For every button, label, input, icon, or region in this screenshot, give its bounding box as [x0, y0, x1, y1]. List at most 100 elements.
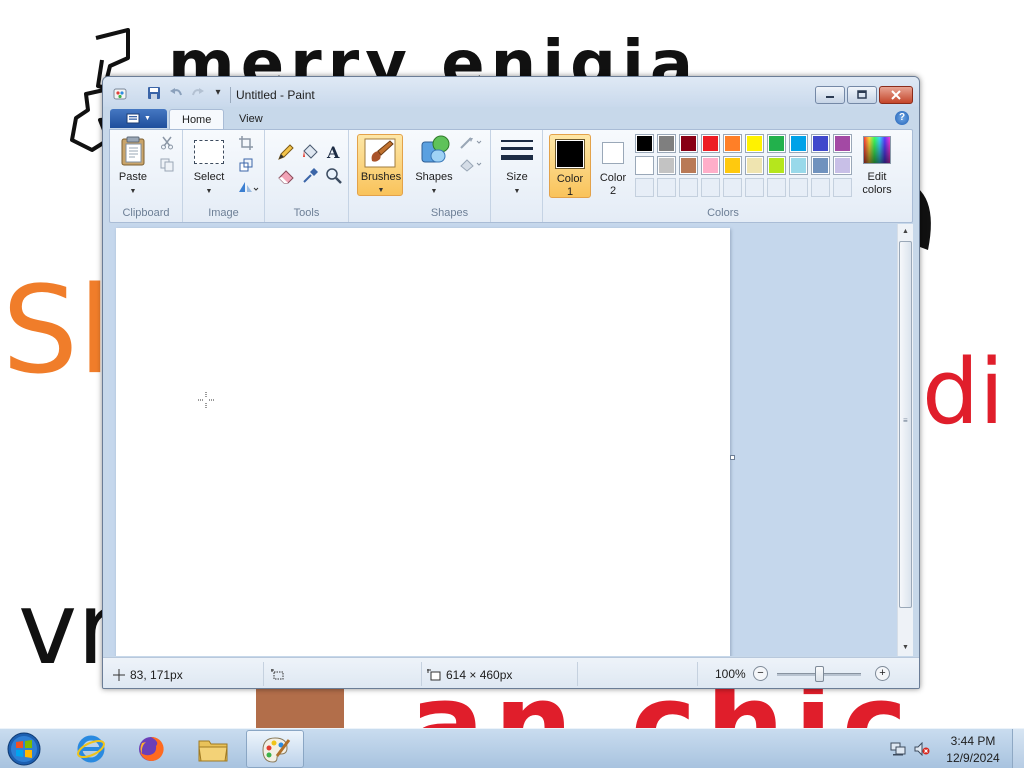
- eraser-tool[interactable]: [275, 166, 297, 186]
- outline-icon[interactable]: [459, 136, 483, 150]
- status-divider: [577, 662, 578, 686]
- color-palette: [635, 134, 857, 200]
- custom-color-slot[interactable]: [635, 178, 654, 197]
- palette-swatch[interactable]: [701, 134, 720, 153]
- custom-color-slot[interactable]: [723, 178, 742, 197]
- undo-icon[interactable]: [169, 86, 183, 100]
- drawing-canvas[interactable]: [116, 228, 730, 656]
- crop-icon[interactable]: [239, 136, 253, 150]
- color-picker-tool[interactable]: [299, 166, 321, 186]
- brushes-button[interactable]: Brushes ▼: [357, 134, 403, 196]
- scroll-up-arrow-icon[interactable]: ▲: [898, 224, 913, 240]
- taskbar-firefox[interactable]: [124, 730, 178, 768]
- scrollbar-thumb[interactable]: ≡: [899, 241, 912, 608]
- clock-date[interactable]: 12/9/2024: [940, 751, 1006, 765]
- paint-menu-button[interactable]: ▼: [110, 109, 167, 128]
- customize-quick-access-button[interactable]: ▾: [211, 87, 225, 101]
- scrollbar-grip: ≡: [903, 416, 908, 425]
- palette-swatch[interactable]: [635, 134, 654, 153]
- custom-color-slot[interactable]: [657, 178, 676, 197]
- canvas-workspace: [109, 224, 897, 656]
- palette-swatch[interactable]: [745, 134, 764, 153]
- size-group: Size ▼: [491, 130, 543, 222]
- paint-app-icon[interactable]: [113, 87, 127, 101]
- palette-swatch[interactable]: [745, 156, 764, 175]
- title-bar[interactable]: ▾ Untitled - Paint: [103, 77, 919, 107]
- pencil-tool[interactable]: [275, 142, 297, 162]
- palette-swatch[interactable]: [789, 156, 808, 175]
- palette-swatch-fill: [637, 158, 652, 173]
- shapes-button[interactable]: Shapes ▼: [413, 134, 455, 200]
- taskbar: 3:44 PM 12/9/2024: [0, 728, 1024, 768]
- palette-swatch[interactable]: [657, 156, 676, 175]
- custom-color-slot[interactable]: [789, 178, 808, 197]
- help-icon[interactable]: ?: [895, 111, 909, 125]
- zoom-in-button[interactable]: +: [875, 666, 890, 681]
- palette-swatch[interactable]: [811, 134, 830, 153]
- vertical-scrollbar[interactable]: ▲ ≡ ▼: [897, 224, 913, 656]
- redo-icon[interactable]: [191, 86, 205, 100]
- text-tool[interactable]: A: [323, 142, 345, 162]
- palette-swatch[interactable]: [635, 156, 654, 175]
- canvas-size-status: 614 × 460px: [427, 665, 512, 685]
- palette-swatch-fill: [835, 136, 850, 151]
- close-button[interactable]: [879, 86, 913, 104]
- palette-swatch[interactable]: [679, 156, 698, 175]
- resize-icon[interactable]: [239, 158, 253, 172]
- color1-button[interactable]: Color 1: [549, 134, 591, 198]
- cut-icon[interactable]: [160, 136, 174, 150]
- palette-swatch[interactable]: [811, 156, 830, 175]
- size-button[interactable]: Size ▼: [495, 134, 539, 200]
- palette-swatch[interactable]: [767, 156, 786, 175]
- palette-swatch[interactable]: [767, 134, 786, 153]
- taskbar-paint[interactable]: [246, 730, 304, 768]
- copy-icon[interactable]: [160, 158, 174, 172]
- tab-home[interactable]: Home: [169, 109, 225, 130]
- custom-color-slot[interactable]: [833, 178, 852, 197]
- palette-swatch[interactable]: [723, 156, 742, 175]
- magnifier-tool[interactable]: [323, 166, 345, 186]
- save-icon[interactable]: [147, 86, 161, 100]
- tab-view[interactable]: View: [227, 109, 275, 130]
- palette-swatch-fill: [681, 136, 696, 151]
- custom-color-slot[interactable]: [811, 178, 830, 197]
- custom-color-slot[interactable]: [701, 178, 720, 197]
- title-separator: [230, 87, 231, 103]
- palette-swatch[interactable]: [701, 156, 720, 175]
- color2-number: 2: [609, 185, 617, 197]
- start-button[interactable]: [4, 731, 44, 767]
- canvas-resize-handle[interactable]: [730, 455, 735, 460]
- color2-button[interactable]: Color 2: [593, 134, 633, 198]
- clock-time[interactable]: 3:44 PM: [940, 734, 1006, 748]
- paint-menu-arrow-icon: ▼: [144, 115, 151, 122]
- palette-swatch[interactable]: [679, 134, 698, 153]
- edit-colors-button[interactable]: Edit colors: [857, 134, 897, 200]
- fill-tool[interactable]: [299, 142, 321, 162]
- volume-muted-icon[interactable]: [914, 742, 930, 756]
- zoom-out-button[interactable]: −: [753, 666, 768, 681]
- taskbar-windows-explorer[interactable]: [186, 730, 240, 768]
- palette-swatch[interactable]: [789, 134, 808, 153]
- paste-button[interactable]: Paste ▼: [116, 134, 150, 200]
- colors-group-label: Colors: [707, 207, 739, 219]
- taskbar-internet-explorer[interactable]: [64, 730, 118, 768]
- custom-color-slot[interactable]: [679, 178, 698, 197]
- zoom-slider-thumb[interactable]: [814, 666, 824, 682]
- palette-swatch[interactable]: [833, 134, 852, 153]
- scroll-down-arrow-icon[interactable]: ▼: [898, 640, 913, 656]
- select-button[interactable]: Select ▼: [189, 134, 229, 200]
- fill-icon[interactable]: [459, 158, 483, 172]
- network-icon[interactable]: [890, 742, 906, 756]
- palette-swatch[interactable]: [833, 156, 852, 175]
- rotate-icon[interactable]: [237, 180, 259, 194]
- custom-color-slot[interactable]: [745, 178, 764, 197]
- palette-swatch-fill: [813, 158, 828, 173]
- selection-size-status: [271, 665, 285, 685]
- edit-colors-icon: [863, 136, 891, 164]
- palette-swatch[interactable]: [657, 134, 676, 153]
- maximize-button[interactable]: [847, 86, 877, 104]
- show-desktop-button[interactable]: [1012, 729, 1024, 768]
- palette-swatch[interactable]: [723, 134, 742, 153]
- minimize-button[interactable]: [815, 86, 845, 104]
- custom-color-slot[interactable]: [767, 178, 786, 197]
